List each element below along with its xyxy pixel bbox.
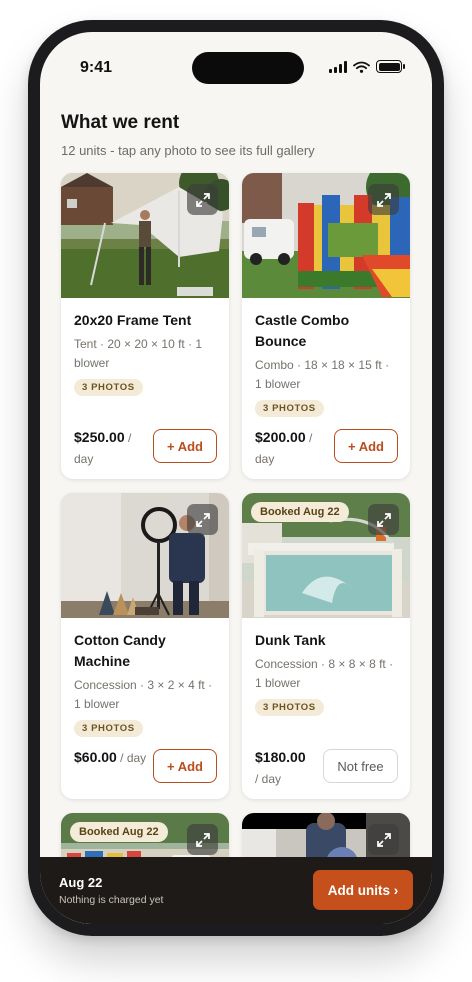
page-title: What we rent [61,112,180,133]
unit-card-dunk-tank: Booked Aug 22 Dunk Tank Concession · 8 ×… [242,493,410,799]
unit-specs: Concession · 3 × 2 × 4 ft · 1 blower [74,678,213,711]
unit-specs: Combo · 18 × 18 × 15 ft · 1 blower [255,358,390,391]
status-bar: 9:41 [40,32,432,96]
expand-icon [195,512,210,527]
unit-price: $180.00 / day [255,747,333,790]
unit-details: 20x20 Frame Tent Tent · 20 × 20 × 10 ft … [61,298,229,396]
expand-gallery-button[interactable] [368,504,399,535]
add-button[interactable]: + Add [153,429,217,463]
unit-details: Castle Combo Bounce Combo · 18 × 18 × 15… [242,298,410,417]
unit-card-tent: 20x20 Frame Tent Tent · 20 × 20 × 10 ft … [61,173,229,479]
expand-gallery-button[interactable] [187,504,218,535]
expand-icon [195,832,210,847]
photos-badge: 3 PHOTOS [74,379,143,396]
unit-details: Dunk Tank Concession · 8 × 8 × 8 ft · 1 … [242,618,410,716]
booked-badge: Booked Aug 22 [251,502,349,522]
unit-card-cotton-candy: Cotton Candy Machine Concession · 3 × 2 … [61,493,229,799]
signal-icon [329,60,347,73]
unit-footer: $180.00 / day Not free [255,747,398,787]
unit-footer: $60.00 / day + Add [74,747,217,787]
unit-name: Dunk Tank [255,632,326,648]
add-button[interactable]: + Add [153,749,217,783]
status-time: 9:41 [80,59,113,76]
not-free-button: Not free [323,749,398,783]
wifi-icon [353,61,370,73]
unit-footer: $200.00 / day + Add [255,427,398,467]
price-amount: $180.00 [255,749,306,765]
unit-name: 20x20 Frame Tent [74,312,192,328]
price-unit: / day [255,772,282,786]
booked-badge: Booked Aug 22 [70,822,168,842]
expand-gallery-button[interactable] [368,824,399,855]
unit-price: $250.00 / day [74,427,152,470]
battery-icon [376,60,405,73]
status-icons [329,60,405,73]
dynamic-island [192,52,304,84]
add-units-button[interactable]: Add units › [313,870,413,910]
expand-icon [376,832,391,847]
photos-badge: 3 PHOTOS [255,699,324,716]
expand-icon [195,192,210,207]
expand-gallery-button[interactable] [187,184,218,215]
cart-bottom-bar: Aug 22 Nothing is charged yet Add units … [40,857,432,924]
unit-photo[interactable] [61,493,229,618]
unit-details: Cotton Candy Machine Concession · 3 × 2 … [61,618,229,737]
photos-badge: 3 PHOTOS [255,400,324,417]
unit-price: $200.00 / day [255,427,333,470]
page-subtitle: 12 units - tap any photo to see its full… [61,143,315,158]
unit-name: Cotton Candy Machine [74,632,166,669]
charge-note: Nothing is charged yet [59,894,164,906]
unit-footer: $250.00 / day + Add [74,427,217,467]
price-amount: $60.00 [74,749,117,765]
photos-badge: 3 PHOTOS [74,720,143,737]
unit-name: Castle Combo Bounce [255,312,350,349]
expand-icon [376,192,391,207]
unit-card-castle-combo: Castle Combo Bounce Combo · 18 × 18 × 15… [242,173,410,479]
price-amount: $200.00 [255,429,306,445]
unit-photo[interactable] [61,173,229,298]
expand-gallery-button[interactable] [187,824,218,855]
unit-photo[interactable]: Booked Aug 22 [242,493,410,618]
selected-date: Aug 22 [59,875,103,890]
price-unit: / day [116,751,147,765]
expand-gallery-button[interactable] [368,184,399,215]
expand-icon [376,512,391,527]
unit-photo[interactable] [242,173,410,298]
unit-price: $60.00 / day [74,747,152,769]
add-button[interactable]: + Add [334,429,398,463]
phone-frame: 9:41 What we rent 12 units - tap any pho… [28,20,444,936]
unit-specs: Concession · 8 × 8 × 8 ft · 1 blower [255,657,394,690]
unit-specs: Tent · 20 × 20 × 10 ft · 1 blower [74,337,203,370]
price-amount: $250.00 [74,429,125,445]
app-screen: 9:41 What we rent 12 units - tap any pho… [40,32,432,924]
